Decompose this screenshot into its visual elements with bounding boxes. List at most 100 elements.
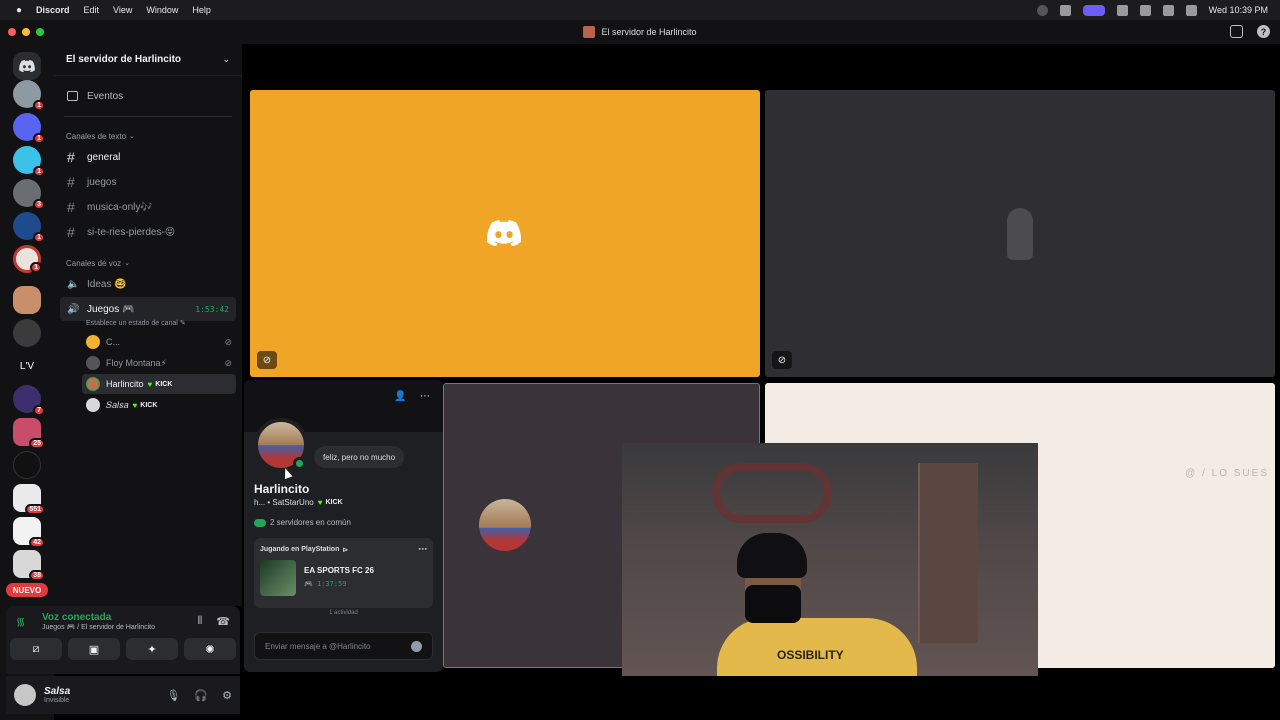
server-icon[interactable]: 38 (13, 550, 45, 581)
channel-label: juegos (87, 176, 117, 188)
wifi-icon[interactable] (1162, 4, 1174, 16)
profile-display-name[interactable]: Harlincito (254, 482, 309, 496)
avatar[interactable] (14, 684, 36, 706)
inbox-icon[interactable] (1230, 25, 1243, 38)
kick-badge: ♥ KICK (133, 401, 158, 410)
menu-discord[interactable]: Discord (36, 5, 70, 15)
server-icon[interactable]: 42 (13, 517, 45, 548)
disconnect-icon[interactable]: ☎ (216, 615, 230, 628)
control-center-icon[interactable] (1185, 4, 1197, 16)
direct-messages-button[interactable] (13, 52, 41, 80)
activity-card[interactable]: Jugando en PlayStation ⊳ ⋯ EA SPORTS FC … (254, 538, 433, 616)
signal-icon[interactable]: ᯾ (16, 614, 30, 629)
soundboard-button[interactable]: ✺ (184, 638, 236, 660)
headphones-icon[interactable]: 🎧 (194, 689, 208, 702)
channel-general[interactable]: # general (60, 145, 236, 169)
server-icon[interactable] (13, 286, 41, 314)
menu-help[interactable]: Help (192, 5, 211, 15)
server-icon[interactable]: 7 (13, 385, 45, 416)
voice-user-name: 𝑆𝑎𝑙𝑠𝑎 (106, 399, 129, 410)
camera-off-button[interactable]: ⧄ (10, 638, 62, 660)
mutual-servers[interactable]: 2 servidores en común (254, 518, 351, 527)
soundboard-icon: ✺ (205, 643, 215, 656)
game-art (260, 560, 296, 596)
play-icon[interactable] (1116, 4, 1128, 16)
mutual-servers-label: 2 servidores en común (270, 518, 351, 527)
deafened-icon: ⊘ (257, 351, 277, 369)
microphone-icon[interactable]: 🎙 (166, 689, 180, 702)
voice-channel-juegos[interactable]: 🔊 Juegos 🎮 1:53:42 (60, 297, 236, 321)
user-status: Invisible (44, 697, 70, 704)
channel-musica-only[interactable]: # musica-only🎶 (60, 195, 236, 219)
share-screen-button[interactable]: ▣ (68, 638, 120, 660)
mutual-servers-icon (254, 518, 266, 527)
help-icon[interactable]: ? (1257, 25, 1270, 38)
voice-user[interactable]: C... ⊘ (82, 332, 236, 352)
events-item[interactable]: Eventos (54, 83, 242, 109)
video-tile[interactable]: ⊘ (765, 90, 1275, 377)
add-friend-icon[interactable]: 👤 (394, 391, 406, 402)
speaker-icon: 🔈 (67, 278, 80, 290)
gamepad-icon: 🎮 (304, 580, 317, 588)
server-icon[interactable]: 1 (13, 146, 45, 177)
server-icon[interactable]: 551 (13, 484, 45, 515)
avatar (86, 335, 100, 349)
zoom-window-button[interactable] (36, 28, 44, 36)
voice-connected-subtitle[interactable]: Juegos 🎮 / El servidor de Harlincito (42, 623, 155, 631)
menu-view[interactable]: View (113, 5, 132, 15)
direct-message-input[interactable]: Enviar mensaje a @Harlincito (254, 632, 433, 660)
new-badge[interactable]: NUEVO (6, 583, 48, 597)
text-category-header[interactable]: Canales de texto ⌄ (54, 128, 242, 144)
record-icon[interactable] (1036, 4, 1048, 16)
close-window-button[interactable] (8, 28, 16, 36)
minimize-window-button[interactable] (22, 28, 30, 36)
server-icon[interactable]: 1 (13, 212, 45, 243)
voice-connected-panel: ᯾ Voz conectada Juegos 🎮 / El servidor d… (6, 606, 240, 674)
voice-user[interactable]: Floy Montana⚡ ⊘ (82, 353, 236, 373)
server-icon[interactable] (13, 451, 41, 479)
more-options-icon[interactable]: ⋯ (418, 544, 427, 555)
menubar-clock[interactable]: Wed 10:39 PM (1209, 5, 1268, 15)
server-icon[interactable] (13, 319, 41, 347)
channel-juegos[interactable]: # juegos (60, 170, 236, 194)
avatar (86, 377, 100, 391)
badge-label: KICK (155, 380, 173, 388)
online-status-indicator (293, 457, 306, 470)
battery-icon[interactable] (1139, 4, 1151, 16)
more-options-icon[interactable]: ⋯ (420, 391, 430, 402)
voice-user[interactable]: 𝑆𝑎𝑙𝑠𝑎 ♥ KICK (82, 395, 236, 415)
notification-badge: 7 (33, 405, 45, 416)
activities-button[interactable]: ✦ (126, 638, 178, 660)
voice-category-header[interactable]: Canales de voz ⌄ (54, 255, 242, 271)
message-placeholder: Enviar mensaje a @Harlincito (265, 641, 371, 651)
macos-menubar: ● Discord Edit View Window Help Wed 10:3… (0, 0, 1280, 20)
game-time-label: 1:37:59 (316, 580, 347, 588)
kick-badge: ♥ KICK (318, 498, 343, 507)
user-name[interactable]: Salsa (44, 686, 70, 697)
voice-connected-title[interactable]: Voz conectada (42, 612, 155, 623)
voice-user[interactable]: Harlincito ♥ KICK (82, 374, 236, 394)
apple-menu-icon[interactable]: ● (12, 5, 26, 16)
heart-icon: ♥ (132, 400, 138, 410)
server-icon[interactable]: 1 (13, 113, 45, 144)
server-icon[interactable]: 1 (13, 245, 42, 273)
server-icon[interactable]: L'V (13, 352, 41, 380)
screen-share-icon[interactable] (1082, 4, 1105, 16)
server-header[interactable]: El servidor de Harlincito ⌄ (54, 44, 242, 76)
server-icon[interactable]: 3 (13, 179, 45, 210)
noise-suppression-icon[interactable]: ⦀ (197, 615, 202, 628)
channel-si-te-ries-pierdes[interactable]: # si-te-ries-pierdes-😝 (60, 220, 236, 244)
cloud-icon[interactable] (1059, 4, 1071, 16)
menu-window[interactable]: Window (146, 5, 178, 15)
voice-user-name: Harlincito (106, 379, 144, 389)
server-icon[interactable]: 1 (13, 80, 45, 111)
channel-status-prompt[interactable]: Establece un estado de canal ✎ (54, 319, 242, 331)
gear-icon[interactable]: ⚙ (222, 689, 232, 702)
menu-edit[interactable]: Edit (84, 5, 100, 15)
channel-sidebar: El servidor de Harlincito ⌄ Eventos Cana… (54, 44, 242, 606)
emoji-icon[interactable] (411, 640, 422, 652)
voice-channel-ideas[interactable]: 🔈 Ideas 🤓 (60, 272, 236, 296)
video-tile[interactable]: ⊘ (250, 90, 760, 377)
server-icon[interactable]: 25 (13, 418, 45, 449)
notification-badge: 551 (25, 504, 45, 515)
